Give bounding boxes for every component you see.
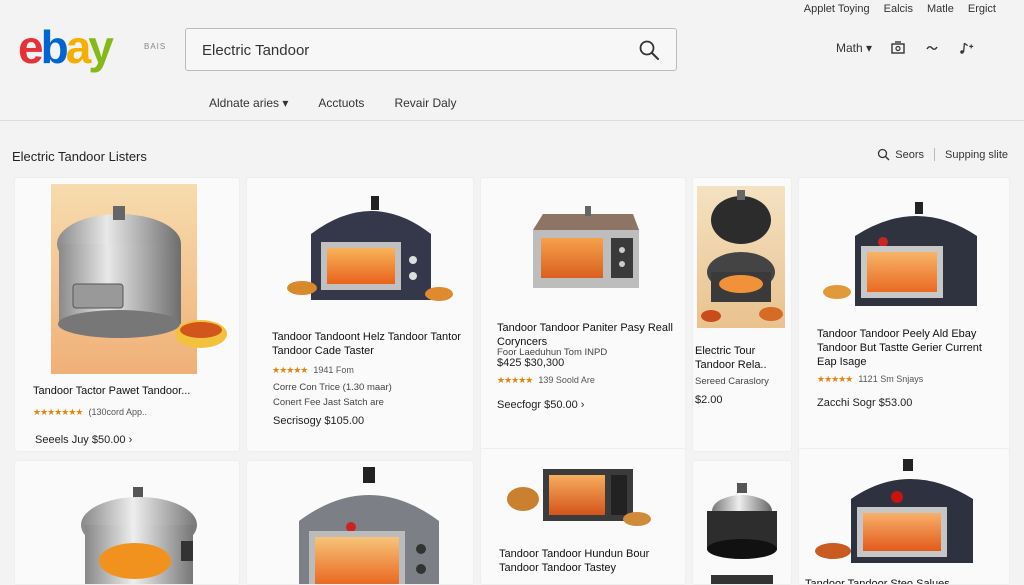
listing-card[interactable] [246, 460, 474, 585]
cart-icon[interactable] [958, 40, 974, 56]
rating-stars: ★★★★★ [817, 374, 853, 384]
product-image[interactable] [821, 198, 981, 310]
listing-detail: Sereed Caraslory [695, 376, 769, 387]
listing-rating: ★★★★★ 139 Soold Are [497, 375, 595, 386]
nav-item-daily[interactable]: Revair Daly [394, 96, 456, 110]
listing-price[interactable]: Seeels Juy $50.00 › [35, 434, 132, 446]
listing-title[interactable]: Tandoor Tactor Pawet Tandoor... [33, 384, 233, 398]
search-icon[interactable] [638, 39, 660, 61]
listing-card[interactable]: Tandoor Tandoont Helz Tandoor Tantor Tan… [246, 177, 474, 452]
top-link-3[interactable]: Matle [927, 3, 954, 15]
header-actions: Math ▾ [836, 40, 974, 56]
listing-title[interactable]: Tandoor Tandoor Peely Ald Ebay Tandoor B… [817, 327, 997, 369]
listing-card[interactable]: Tandoor Tandoor Peely Ald Ebay Tandoor B… [798, 177, 1010, 452]
search-bar [185, 28, 677, 71]
rating-count: 1941 Fom [313, 365, 354, 375]
nav-item-accounts[interactable]: Acctuots [318, 96, 364, 110]
top-link-4[interactable]: Ergict [968, 3, 996, 15]
listing-title[interactable]: Electric Tour Tandoor Rela.. [695, 344, 791, 372]
product-image[interactable] [697, 481, 787, 585]
category-nav: Aldnate aries ▾ Acctuots Revair Daly [209, 96, 456, 110]
listing-card[interactable] [692, 460, 792, 585]
account-menu[interactable]: Math ▾ [836, 41, 872, 55]
product-image[interactable] [75, 485, 205, 585]
rating-count: 1121 Sm Snjays [858, 374, 924, 384]
listing-card[interactable]: Tandoor Tandoor Steo Salues [798, 448, 1010, 585]
product-image[interactable] [505, 463, 655, 529]
listing-detail: Conert Fee Jast Satch are [273, 397, 384, 408]
product-image[interactable] [51, 184, 237, 374]
results-heading: Electric Tandoor Listers [12, 149, 147, 164]
search-filter-link[interactable]: Seors [895, 149, 924, 161]
product-image[interactable] [295, 465, 441, 585]
search-input[interactable] [202, 39, 622, 61]
logo-subtext: BAIS [144, 42, 167, 51]
nav-item-alternate[interactable]: Aldnate aries ▾ [209, 96, 288, 110]
listing-price[interactable]: Seecfogr $50.00 › [497, 399, 584, 411]
result-tools: Seors Supping slite [877, 148, 1008, 161]
top-link-1[interactable]: Applet Toying [804, 3, 870, 15]
sort-link[interactable]: Supping slite [945, 149, 1008, 161]
top-link-2[interactable]: Ealcis [884, 3, 913, 15]
product-image[interactable] [813, 455, 975, 565]
product-image[interactable] [697, 186, 785, 328]
rating-stars: ★★★★★ [497, 375, 533, 385]
rating-count: 139 Soold Are [538, 375, 595, 385]
top-bar: Applet Toying Ealcis Matle Ergict [0, 0, 1024, 20]
listing-rating: ★★★★★★★ (130cord App.. [33, 407, 147, 418]
notification-icon[interactable] [890, 40, 906, 56]
listing-rating: ★★★★★ 1121 Sm Snjays [817, 374, 923, 385]
tools-separator [934, 148, 935, 161]
product-image[interactable] [527, 206, 643, 302]
listing-title[interactable]: Tandoor Tandoor Hundun Bour Tandoor Tand… [499, 547, 679, 575]
listing-card[interactable] [14, 460, 240, 585]
header-divider [0, 120, 1024, 121]
rating-stars: ★★★★★ [272, 365, 308, 375]
header: ebay BAIS Math ▾ [0, 20, 1024, 82]
listing-title[interactable]: Tandoor Tandoor Paniter Pasy Reall Coryn… [497, 321, 677, 349]
listing-title[interactable]: Tandoor Tandoor Steo Salues [805, 577, 1005, 584]
rating-stars: ★★★★★★★ [33, 407, 83, 417]
ebay-logo[interactable]: ebay [18, 24, 114, 70]
listing-title[interactable]: Tandoor Tandoont Helz Tandoor Tantor Tan… [272, 330, 472, 358]
top-links: Applet Toying Ealcis Matle Ergict [804, 3, 996, 15]
listing-card[interactable]: Tandoor Tactor Pawet Tandoor... ★★★★★★★ … [14, 177, 240, 452]
listing-card[interactable]: Electric Tour Tandoor Rela.. Sereed Cara… [692, 177, 792, 452]
search-small-icon[interactable] [877, 148, 890, 161]
listing-price[interactable]: $2.00 [695, 394, 723, 406]
tilde-icon[interactable] [924, 40, 940, 56]
listing-price[interactable]: Secrisogy $105.00 [273, 415, 364, 427]
listing-rating: ★★★★★ 1941 Fom [272, 365, 354, 376]
listing-detail: Corre Con Trice (1.30 maar) [273, 382, 392, 393]
listing-price[interactable]: Zacchi Sogr $53.00 [817, 397, 912, 409]
listing-detail: $425 $30,300 [497, 357, 565, 369]
listing-card[interactable]: Tandoor Tandoor Hundun Bour Tandoor Tand… [480, 448, 686, 585]
rating-count: (130cord App.. [88, 407, 148, 417]
listing-card[interactable]: Tandoor Tandoor Paniter Pasy Reall Coryn… [480, 177, 686, 452]
product-image[interactable] [267, 192, 457, 308]
